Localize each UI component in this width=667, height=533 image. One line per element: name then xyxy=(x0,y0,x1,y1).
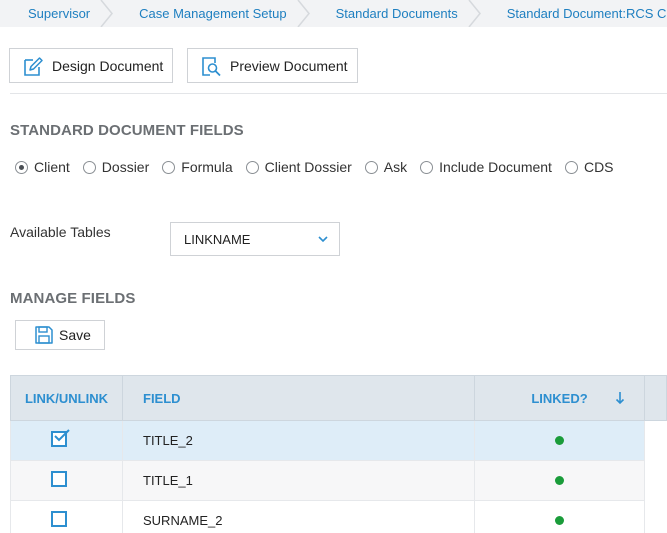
radio-unselected-icon[interactable] xyxy=(364,160,378,174)
radio-ask[interactable]: Ask xyxy=(364,159,408,175)
linked-cell xyxy=(475,421,645,460)
linked-status-dot-icon xyxy=(555,436,564,445)
save-button[interactable]: Save xyxy=(15,320,105,350)
save-icon xyxy=(34,325,54,345)
sort-down-icon[interactable] xyxy=(614,391,626,405)
breadcrumb-label: Standard Document:RCS Cli xyxy=(506,6,667,21)
breadcrumb-separator-icon xyxy=(296,0,310,27)
link-checkbox[interactable] xyxy=(50,470,67,487)
radio-label: CDS xyxy=(583,159,614,175)
link-cell xyxy=(11,421,123,460)
radio-client-dossier[interactable]: Client Dossier xyxy=(245,159,352,175)
link-checkbox[interactable] xyxy=(50,428,70,447)
column-header-field[interactable]: FIELD xyxy=(123,376,475,420)
toolbar-divider xyxy=(10,93,667,94)
breadcrumb: Supervisor Case Management Setup Standar… xyxy=(0,0,667,27)
manage-fields-title: MANAGE FIELDS xyxy=(10,290,136,307)
breadcrumb-label: Supervisor xyxy=(28,6,91,21)
manage-fields-table: LINK/UNLINK FIELD LINKED? TITLE_2 TITLE_… xyxy=(10,375,667,533)
linked-status-dot-icon xyxy=(555,476,564,485)
link-checkbox[interactable] xyxy=(50,510,67,527)
breadcrumb-item-supervisor[interactable]: Supervisor xyxy=(0,0,114,27)
linked-cell xyxy=(475,461,645,500)
table-row[interactable]: TITLE_2 xyxy=(10,421,645,461)
column-header-link-unlink[interactable]: LINK/UNLINK xyxy=(11,376,123,420)
table-row[interactable]: TITLE_1 xyxy=(10,461,645,501)
radio-formula[interactable]: Formula xyxy=(162,159,233,175)
chevron-down-icon xyxy=(318,236,328,243)
design-document-button[interactable]: Design Document xyxy=(9,48,173,83)
breadcrumb-separator-icon xyxy=(468,0,481,27)
breadcrumb-item-standard-documents[interactable]: Standard Documents xyxy=(311,0,482,27)
available-tables-value: LINKNAME xyxy=(184,231,251,247)
linked-status-dot-icon xyxy=(555,516,564,525)
radio-label: Formula xyxy=(181,159,233,175)
radio-dossier[interactable]: Dossier xyxy=(82,159,150,175)
radio-cds[interactable]: CDS xyxy=(564,159,614,175)
preview-document-label: Preview Document xyxy=(230,57,348,74)
table-row[interactable]: SURNAME_2 xyxy=(10,501,645,533)
field-cell: SURNAME_2 xyxy=(123,501,475,533)
design-document-label: Design Document xyxy=(52,57,164,74)
table-header: LINK/UNLINK FIELD LINKED? xyxy=(10,375,667,421)
field-cell: TITLE_1 xyxy=(123,461,475,500)
field-type-radio-group: Client Dossier Formula Client Dossier As… xyxy=(15,158,614,176)
standard-document-fields-title: STANDARD DOCUMENT FIELDS xyxy=(10,122,244,139)
breadcrumb-item-case-management-setup[interactable]: Case Management Setup xyxy=(114,0,310,27)
column-header-linked[interactable]: LINKED? xyxy=(475,376,645,420)
link-cell xyxy=(11,461,123,500)
available-tables-select[interactable]: LINKNAME xyxy=(170,222,340,256)
radio-selected-icon[interactable] xyxy=(15,160,28,174)
radio-unselected-icon[interactable] xyxy=(564,160,578,174)
radio-unselected-icon[interactable] xyxy=(245,160,259,174)
linked-cell xyxy=(475,501,645,533)
save-label: Save xyxy=(59,327,91,343)
radio-label: Ask xyxy=(383,159,408,175)
column-header-filler xyxy=(645,376,666,420)
radio-unselected-icon[interactable] xyxy=(420,160,434,174)
preview-document-icon xyxy=(200,55,222,77)
breadcrumb-item-current-document[interactable]: Standard Document:RCS Cli xyxy=(482,0,667,27)
radio-label: Client Dossier xyxy=(264,159,352,175)
preview-document-button[interactable]: Preview Document xyxy=(187,48,358,83)
link-cell xyxy=(11,501,123,533)
radio-label: Client xyxy=(34,159,70,175)
field-cell: TITLE_2 xyxy=(123,421,475,460)
breadcrumb-label: Case Management Setup xyxy=(139,6,287,21)
radio-unselected-icon[interactable] xyxy=(162,160,176,174)
radio-client[interactable]: Client xyxy=(15,159,70,175)
radio-label: Dossier xyxy=(101,159,150,175)
checkmark-icon xyxy=(53,428,70,441)
column-header-linked-label: LINKED? xyxy=(531,390,588,406)
radio-include-document[interactable]: Include Document xyxy=(420,159,552,175)
breadcrumb-label: Standard Documents xyxy=(335,6,458,21)
edit-document-icon xyxy=(22,55,44,77)
breadcrumb-separator-icon xyxy=(100,0,114,27)
available-tables-label: Available Tables xyxy=(10,224,111,240)
radio-label: Include Document xyxy=(439,159,552,175)
radio-unselected-icon[interactable] xyxy=(82,160,96,174)
